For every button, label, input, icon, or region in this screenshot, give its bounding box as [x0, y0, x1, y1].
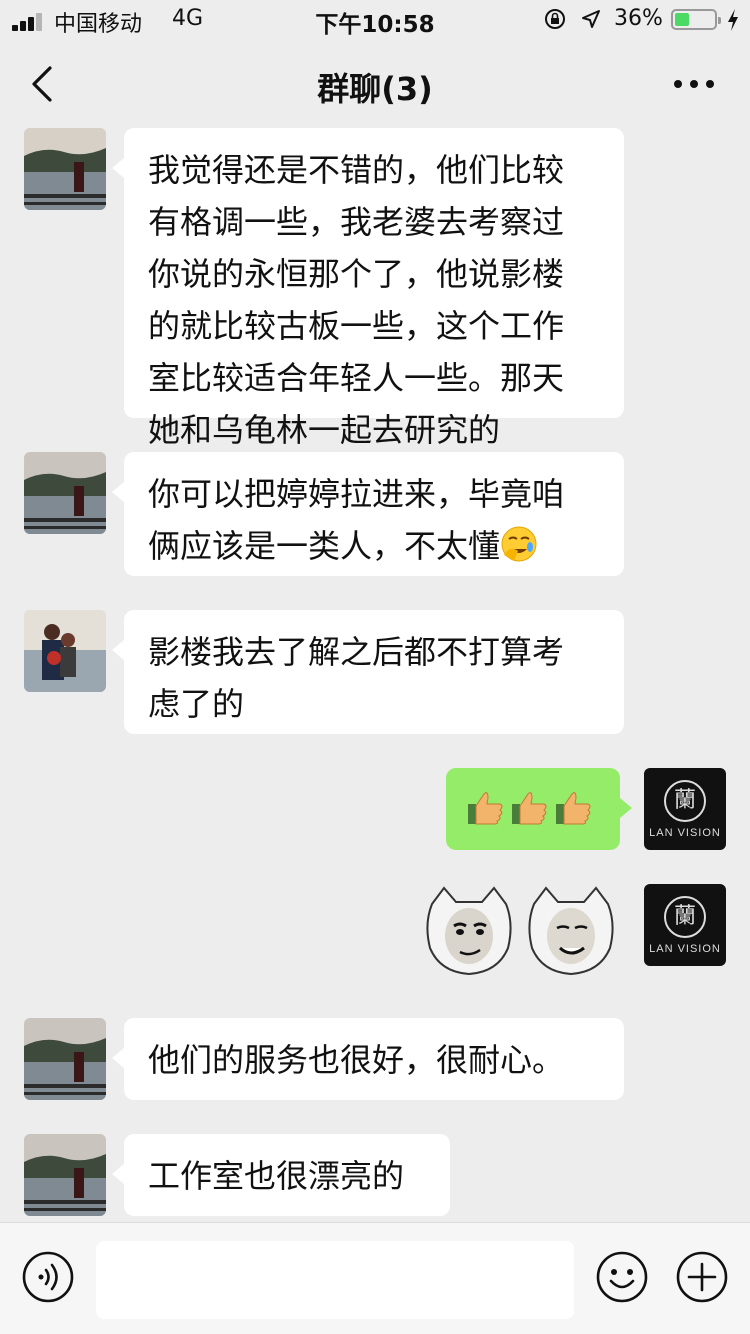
- status-bar: 中国移动 4G 下午10:58 36%: [0, 0, 750, 40]
- logo-text: LAN VISION: [649, 826, 721, 839]
- thumbs-up-emoji: [556, 792, 591, 825]
- message-line: 你可以把婷婷拉进来，毕竟咱: [148, 475, 565, 513]
- lake-photo-avatar[interactable]: [24, 452, 106, 534]
- lake-photo-avatar[interactable]: [24, 1018, 106, 1100]
- location-arrow-icon: [582, 10, 600, 28]
- lan-vision-logo-avatar[interactable]: 蘭 LAN VISION: [644, 884, 726, 966]
- battery-fill: [675, 13, 689, 26]
- message-line: 有格调一些，我老婆去考察过: [148, 203, 565, 241]
- message-line: 俩应该是一类人，不太懂: [148, 527, 501, 565]
- thumbs-up-emoji: [468, 792, 503, 825]
- plus-icon[interactable]: [676, 1251, 728, 1303]
- message-input[interactable]: [96, 1241, 574, 1319]
- input-bar: [0, 1222, 750, 1334]
- message-bubble[interactable]: 他们的服务也很好，很耐心。: [112, 1018, 624, 1100]
- lake-photo-avatar[interactable]: [24, 1134, 106, 1216]
- logo-glyph: 蘭: [664, 895, 706, 938]
- face-cat-sticker-smirk[interactable]: [422, 884, 516, 978]
- couple-photo-avatar[interactable]: [24, 610, 106, 692]
- rotation-lock-icon: [545, 9, 565, 29]
- message-line: 虑了的: [148, 685, 245, 723]
- charging-bolt-icon: [728, 9, 738, 31]
- lan-vision-logo-avatar[interactable]: 蘭 LAN VISION: [644, 768, 726, 850]
- thumbs-up-emoji-row: [468, 792, 591, 825]
- thumbs-up-emoji: [512, 792, 547, 825]
- page-title: 群聊(3): [317, 70, 433, 108]
- voice-icon[interactable]: [22, 1251, 74, 1303]
- message-line: 她和乌龟林一起去研究的: [148, 411, 501, 449]
- facepalm-crying-emoji: [501, 526, 537, 562]
- nav-bar: 群聊(3): [0, 40, 750, 128]
- message-bubble[interactable]: 工作室也很漂亮的: [112, 1134, 450, 1216]
- ellipsis-icon[interactable]: [668, 62, 720, 106]
- message-bubble-self[interactable]: [446, 768, 632, 850]
- message-line: 的就比较古板一些，这个工作: [148, 307, 565, 345]
- chat-message-list[interactable]: 我觉得还是不错的，他们比较 有格调一些，我老婆去考察过 你说的永恒那个了，他说影…: [0, 128, 750, 1222]
- face-cat-sticker-smile[interactable]: [524, 884, 618, 978]
- message-bubble[interactable]: 影楼我去了解之后都不打算考 虑了的: [112, 610, 624, 734]
- message-bubble[interactable]: 你可以把婷婷拉进来，毕竟咱 俩应该是一类人，不太懂: [112, 452, 624, 576]
- logo-glyph: 蘭: [664, 779, 706, 822]
- message-line: 你说的永恒那个了，他说影楼: [148, 255, 565, 293]
- message-line: 他们的服务也很好，很耐心。: [148, 1041, 565, 1079]
- message-line: 室比较适合年轻人一些。那天: [148, 359, 565, 397]
- smiley-icon[interactable]: [596, 1251, 648, 1303]
- battery-icon: [671, 9, 721, 30]
- message-line: 我觉得还是不错的，他们比较: [148, 151, 565, 189]
- message-bubble[interactable]: 我觉得还是不错的，他们比较 有格调一些，我老婆去考察过 你说的永恒那个了，他说影…: [112, 128, 624, 449]
- logo-text: LAN VISION: [649, 942, 721, 955]
- battery-percent: 36%: [614, 6, 663, 31]
- message-line: 影楼我去了解之后都不打算考: [148, 633, 565, 671]
- lake-photo-avatar[interactable]: [24, 128, 106, 210]
- message-line: 工作室也很漂亮的: [148, 1157, 405, 1195]
